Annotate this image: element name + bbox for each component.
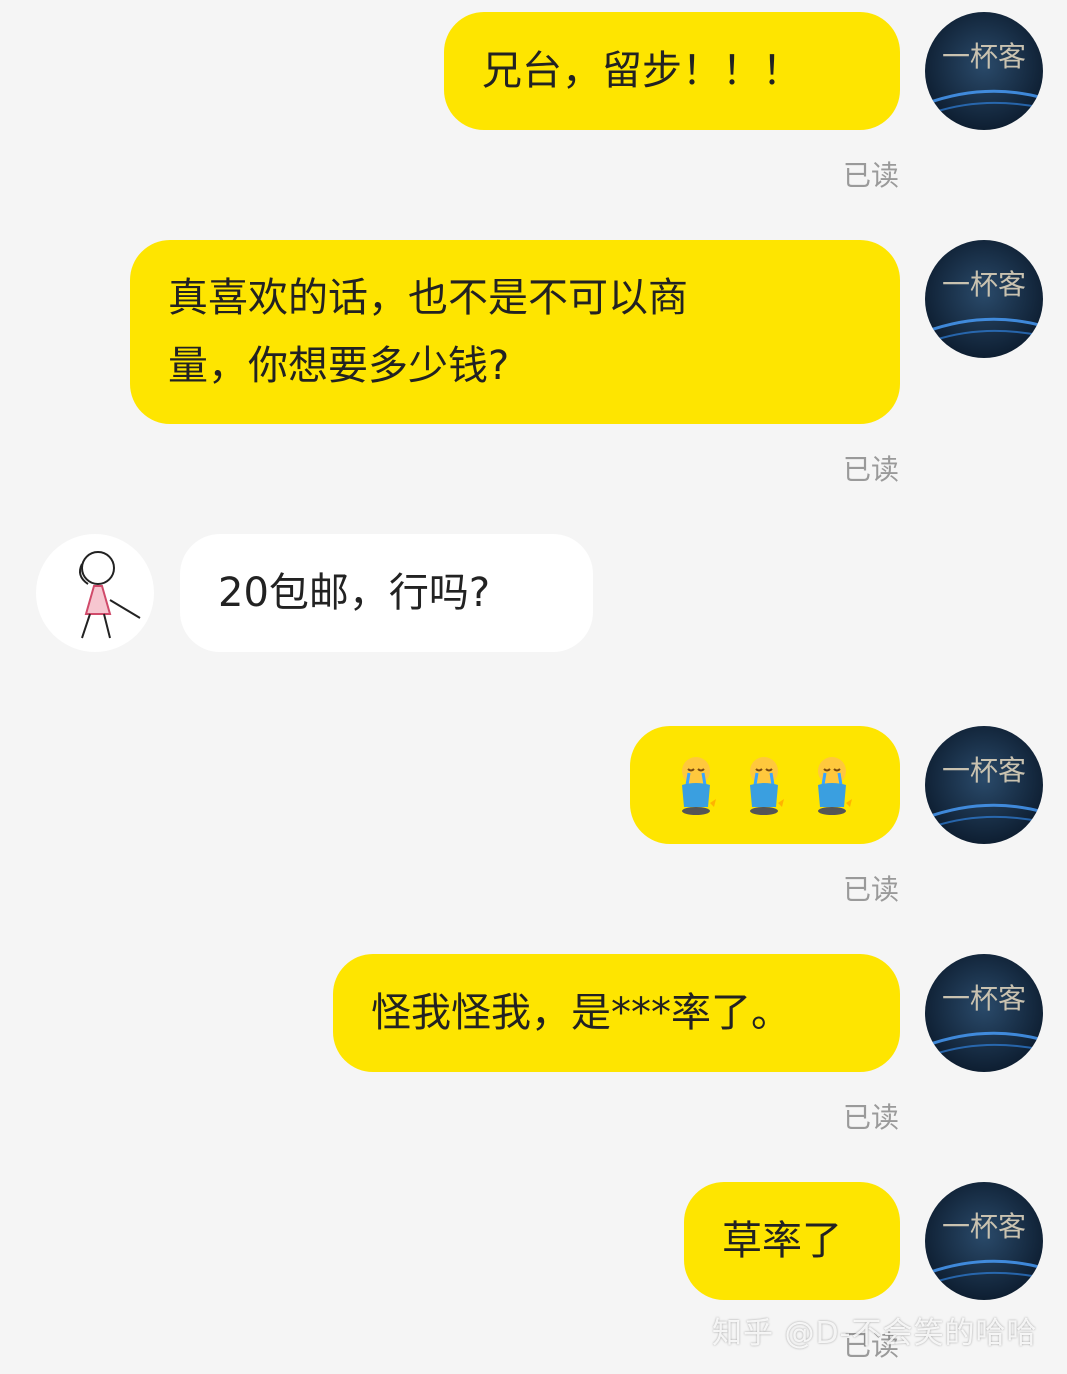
svg-text:一杯客: 一杯客 <box>942 982 1026 1015</box>
message-bubble-6[interactable]: 草率了 <box>684 1182 900 1300</box>
self-avatar[interactable]: 一杯客 <box>925 12 1043 130</box>
message-bubble-4[interactable] <box>630 726 900 844</box>
crying-kneeling-emoji <box>750 757 784 815</box>
message-bubble-1[interactable]: 兄台，留步！！！ <box>444 12 900 130</box>
read-status: 已读 <box>842 159 899 192</box>
message-bubble-3[interactable]: 20包邮，行吗? <box>180 534 593 652</box>
watermark: 知乎 @D-不会笑的哈哈 <box>712 1316 1038 1351</box>
self-avatar[interactable]: 一杯客 <box>925 1182 1043 1300</box>
self-avatar[interactable]: 一杯客 <box>925 954 1043 1072</box>
crying-kneeling-emoji <box>818 757 852 815</box>
svg-text:一杯客: 一杯客 <box>942 754 1026 787</box>
message-text-line: 量，你想要多少钱? <box>168 343 510 389</box>
self-avatar[interactable]: 一杯客 <box>925 240 1043 358</box>
svg-text:一杯客: 一杯客 <box>942 268 1026 301</box>
read-status: 已读 <box>842 873 899 906</box>
message-bubble-5[interactable]: 怪我怪我，是***率了。 <box>333 954 900 1072</box>
message-text-line: 真喜欢的话，也不是不可以商 <box>168 275 688 321</box>
read-status: 已读 <box>842 1101 899 1134</box>
message-bubble-2[interactable]: 真喜欢的话，也不是不可以商 量，你想要多少钱? <box>130 240 900 424</box>
read-status: 已读 <box>842 453 899 486</box>
self-avatar[interactable]: 一杯客 <box>925 726 1043 844</box>
svg-text:一杯客: 一杯客 <box>942 1210 1026 1243</box>
contact-avatar[interactable] <box>36 534 154 652</box>
svg-text:一杯客: 一杯客 <box>942 40 1026 73</box>
crying-kneeling-emoji <box>682 757 716 815</box>
